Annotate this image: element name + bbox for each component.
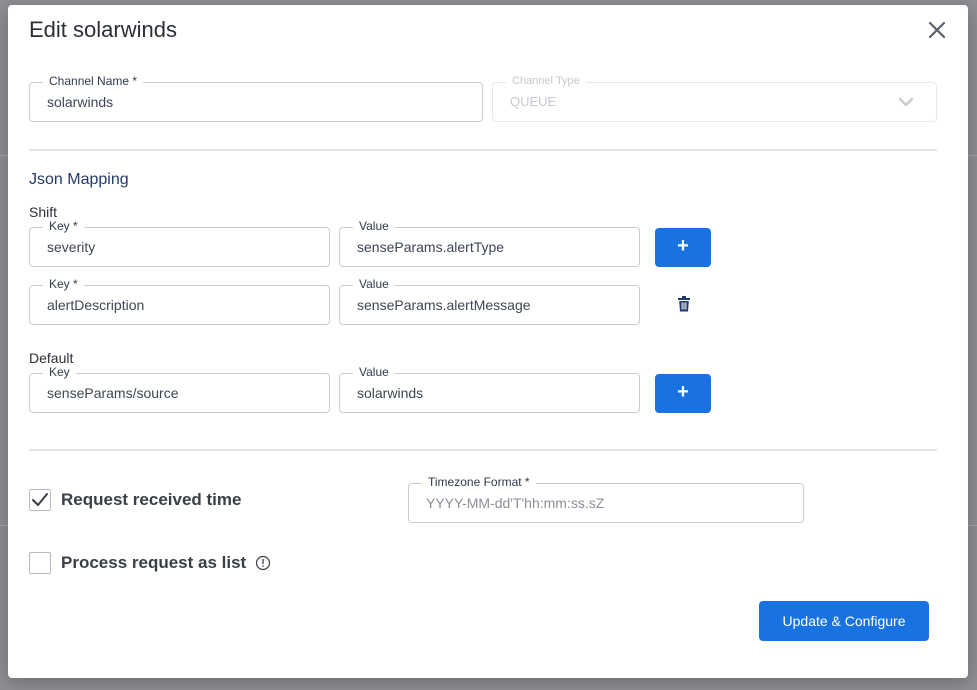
value-value: senseParams.alertMessage [357,297,531,313]
default-label: Default [29,350,74,366]
dialog-title: Edit solarwinds [29,17,177,42]
default-value-field[interactable]: Value solarwinds [339,365,640,413]
default-key-field[interactable]: Key senseParams/source [29,365,330,413]
chevron-down-icon [898,97,914,107]
key-value: severity [47,239,96,255]
process-list-label: Process request as list [61,553,247,572]
shift-key-field-1[interactable]: Key * severity [29,219,330,267]
section-divider [29,149,937,151]
info-icon[interactable] [255,555,271,571]
value-value: senseParams.alertType [357,239,505,255]
timezone-format-placeholder: YYYY-MM-dd'T'hh:mm:ss.sZ [426,495,605,511]
request-time-checkbox[interactable] [29,489,51,511]
checkmark-icon [32,493,48,506]
close-icon[interactable] [925,18,949,42]
process-list-checkbox[interactable] [29,552,51,574]
edit-channel-dialog: Edit solarwinds Channel Name * solarwind… [8,5,968,678]
shift-label: Shift [29,204,58,220]
shift-value-field-1[interactable]: Value senseParams.alertType [339,219,640,267]
key-value: alertDescription [47,297,145,313]
add-shift-mapping-button[interactable]: + [655,228,711,267]
channel-type-select[interactable]: Channel Type QUEUE [492,74,937,122]
json-mapping-title: Json Mapping [29,171,129,188]
channel-name-field[interactable]: Channel Name * solarwinds [29,74,483,122]
value-value: solarwinds [357,385,424,401]
timezone-format-field[interactable]: Timezone Format * YYYY-MM-dd'T'hh:mm:ss.… [408,475,804,523]
channel-name-value: solarwinds [47,94,114,110]
channel-type-value: QUEUE [510,94,557,109]
update-configure-button[interactable]: Update & Configure [759,601,929,641]
shift-value-field-2[interactable]: Value senseParams.alertMessage [339,277,640,325]
key-value: senseParams/source [47,385,179,401]
shift-key-field-2[interactable]: Key * alertDescription [29,277,330,325]
request-time-label: Request received time [61,490,242,509]
section-divider [29,449,937,451]
trash-icon[interactable] [677,296,691,312]
add-default-mapping-button[interactable]: + [655,374,711,413]
